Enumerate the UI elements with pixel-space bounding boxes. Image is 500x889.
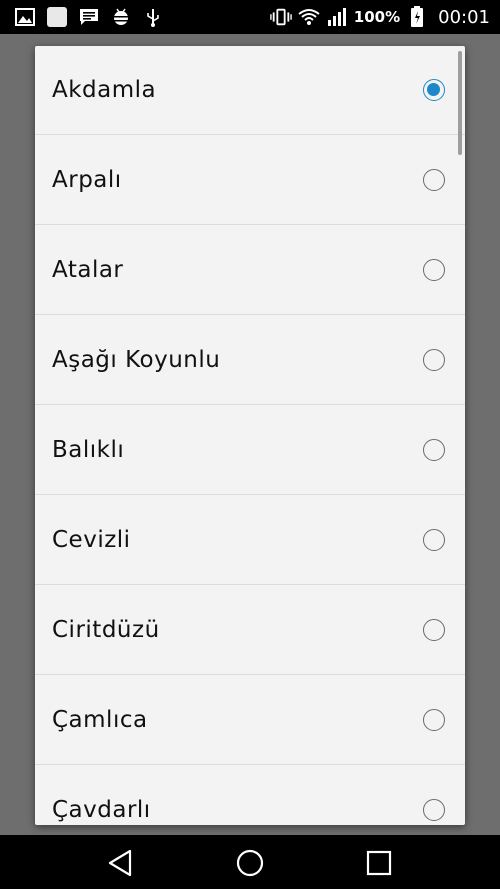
option-arpali[interactable]: Arpalı — [35, 136, 465, 225]
radio-button[interactable] — [423, 619, 445, 641]
app-icon — [46, 6, 68, 28]
vibrate-icon — [270, 6, 292, 28]
message-icon — [78, 6, 100, 28]
recents-icon[interactable] — [364, 848, 394, 878]
radio-button-selected[interactable] — [423, 79, 445, 101]
option-asagi-koyunlu[interactable]: Aşağı Koyunlu — [35, 316, 465, 405]
option-cavdarli[interactable]: Çavdarlı — [35, 766, 465, 825]
option-label: Ciritdüzü — [52, 617, 160, 643]
radio-button[interactable] — [423, 529, 445, 551]
option-ciritduzu[interactable]: Ciritdüzü — [35, 586, 465, 675]
radio-button[interactable] — [423, 349, 445, 371]
radio-button[interactable] — [423, 709, 445, 731]
signal-icon — [326, 6, 348, 28]
option-label: Çavdarlı — [52, 797, 151, 823]
option-label: Çamlıca — [52, 707, 148, 733]
battery-percent: 100% — [353, 8, 401, 26]
wifi-icon — [298, 6, 320, 28]
radio-button[interactable] — [423, 799, 445, 821]
radio-button[interactable] — [423, 259, 445, 281]
option-balikli[interactable]: Balıklı — [35, 406, 465, 495]
option-label: Arpalı — [52, 167, 122, 193]
option-label: Aşağı Koyunlu — [52, 347, 221, 373]
battery-icon — [406, 6, 428, 28]
usb-icon — [142, 6, 164, 28]
option-label: Balıklı — [52, 437, 125, 463]
back-icon[interactable] — [106, 848, 136, 878]
option-akdamla[interactable]: Akdamla — [35, 46, 465, 135]
android-debug-icon — [110, 6, 132, 28]
radio-button[interactable] — [423, 439, 445, 461]
option-camlica[interactable]: Çamlıca — [35, 676, 465, 765]
clock: 00:01 — [438, 6, 490, 28]
scrollbar[interactable] — [458, 51, 462, 155]
option-atalar[interactable]: Atalar — [35, 226, 465, 315]
gallery-icon — [14, 6, 36, 28]
home-icon[interactable] — [235, 848, 265, 878]
option-label: Akdamla — [52, 77, 157, 103]
option-label: Atalar — [52, 257, 124, 283]
radio-button[interactable] — [423, 169, 445, 191]
selection-dialog: Akdamla Arpalı Atalar Aşağı Koyunlu Balı… — [35, 46, 465, 825]
option-cevizli[interactable]: Cevizli — [35, 496, 465, 585]
status-bar: 100% 00:01 — [0, 0, 500, 34]
navigation-bar — [0, 835, 500, 889]
option-label: Cevizli — [52, 527, 131, 553]
